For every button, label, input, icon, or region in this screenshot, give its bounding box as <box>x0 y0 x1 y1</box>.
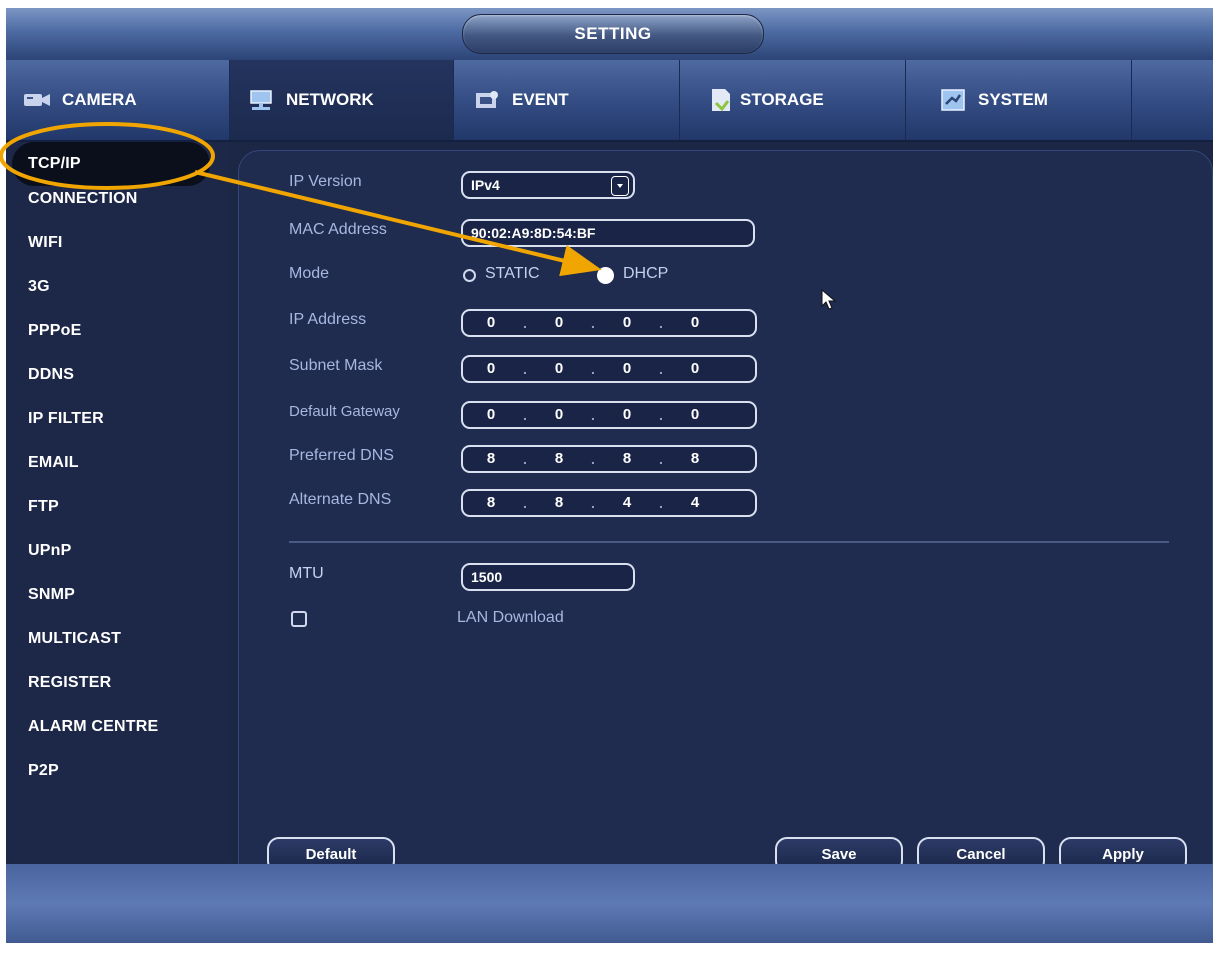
octet-dot: . <box>523 407 527 423</box>
tab-system-label: SYSTEM <box>978 90 1048 109</box>
section-divider <box>289 541 1169 543</box>
sidebar-item-register[interactable]: REGISTER <box>28 674 111 692</box>
status-bar <box>6 864 1213 943</box>
dns1-octet: 8 <box>690 450 700 467</box>
octet-dot: . <box>523 495 527 511</box>
sidebar-item-connection[interactable]: CONNECTION <box>28 190 138 208</box>
title-bar: SETTING <box>6 8 1213 60</box>
ip-octet: 0 <box>554 314 564 331</box>
dns1-octet: 8 <box>486 450 496 467</box>
subnet-octet: 0 <box>690 360 700 377</box>
lan-download-checkbox[interactable] <box>291 611 307 627</box>
sidebar-item-pppoe[interactable]: PPPoE <box>28 322 81 340</box>
octet-dot: . <box>659 315 663 331</box>
dns2-octet: 8 <box>486 494 496 511</box>
tab-event[interactable]: EVENT <box>454 60 680 140</box>
camera-icon <box>22 87 52 113</box>
subnet-octet: 0 <box>622 360 632 377</box>
network-icon <box>246 87 276 113</box>
gateway-octet: 0 <box>622 406 632 423</box>
preferred-dns-field[interactable]: 8. 8. 8. 8 <box>461 445 757 473</box>
storage-icon <box>706 87 736 113</box>
sidebar-item-tcpip[interactable]: TCP/IP <box>12 142 210 186</box>
octet-dot: . <box>659 361 663 377</box>
mode-label: Mode <box>289 265 330 282</box>
gateway-octet: 0 <box>486 406 496 423</box>
sidebar-item-multicast[interactable]: MULTICAST <box>28 630 121 648</box>
tab-event-label: EVENT <box>512 90 569 109</box>
octet-dot: . <box>591 361 595 377</box>
octet-dot: . <box>591 407 595 423</box>
ip-address-field[interactable]: 0. 0. 0. 0 <box>461 309 757 337</box>
dhcp-radio-label: DHCP <box>623 265 669 282</box>
dns2-octet: 4 <box>690 494 700 511</box>
mac-address-label: MAC Address <box>289 221 387 238</box>
dns1-octet: 8 <box>622 450 632 467</box>
ip-octet: 0 <box>690 314 700 331</box>
octet-dot: . <box>591 451 595 467</box>
alternate-dns-field[interactable]: 8. 8. 4. 4 <box>461 489 757 517</box>
octet-dot: . <box>523 315 527 331</box>
ip-version-value: IPv4 <box>471 177 500 193</box>
subnet-mask-label: Subnet Mask <box>289 357 383 374</box>
static-radio-label: STATIC <box>485 265 540 282</box>
subnet-mask-field[interactable]: 0. 0. 0. 0 <box>461 355 757 383</box>
network-sidebar: TCP/IP CONNECTION WIFI 3G PPPoE DDNS IP … <box>6 142 230 862</box>
tcpip-settings-panel: IP Version IPv4 MAC Address 90:02:A9:8D:… <box>238 150 1213 886</box>
gateway-octet: 0 <box>690 406 700 423</box>
lan-download-label: LAN Download <box>457 609 564 626</box>
dns1-octet: 8 <box>554 450 564 467</box>
dns2-octet: 8 <box>554 494 564 511</box>
tab-storage[interactable]: STORAGE <box>680 60 906 140</box>
default-gateway-field[interactable]: 0. 0. 0. 0 <box>461 401 757 429</box>
dhcp-radio[interactable] <box>597 267 614 284</box>
tab-system[interactable]: SYSTEM <box>906 60 1132 140</box>
tab-network[interactable]: NETWORK <box>230 60 454 140</box>
dvr-settings-window: SETTING CAMERA NETWORK EVENT STORAGE SYS… <box>6 8 1213 943</box>
subnet-octet: 0 <box>554 360 564 377</box>
octet-dot: . <box>659 495 663 511</box>
ip-octet: 0 <box>486 314 496 331</box>
octet-dot: . <box>659 407 663 423</box>
mtu-field[interactable]: 1500 <box>461 563 635 591</box>
sidebar-item-p2p[interactable]: P2P <box>28 762 59 780</box>
sidebar-item-wifi[interactable]: WIFI <box>28 234 63 252</box>
chevron-down-icon <box>611 176 629 196</box>
sidebar-item-upnp[interactable]: UPnP <box>28 542 71 560</box>
tab-storage-label: STORAGE <box>740 90 824 109</box>
mac-address-field[interactable]: 90:02:A9:8D:54:BF <box>461 219 755 247</box>
octet-dot: . <box>591 495 595 511</box>
sidebar-item-alarm-centre[interactable]: ALARM CENTRE <box>28 718 158 736</box>
octet-dot: . <box>591 315 595 331</box>
static-radio[interactable] <box>463 269 476 282</box>
ip-version-select[interactable]: IPv4 <box>461 171 635 199</box>
sidebar-item-ddns[interactable]: DDNS <box>28 366 74 384</box>
mtu-label: MTU <box>289 565 324 582</box>
ip-version-label: IP Version <box>289 173 362 190</box>
sidebar-item-3g[interactable]: 3G <box>28 278 50 296</box>
sidebar-item-email[interactable]: EMAIL <box>28 454 79 472</box>
default-gateway-label: Default Gateway <box>289 403 400 420</box>
sidebar-item-ftp[interactable]: FTP <box>28 498 59 516</box>
window-title: SETTING <box>462 14 764 54</box>
system-icon <box>938 87 968 113</box>
octet-dot: . <box>523 451 527 467</box>
tab-camera-label: CAMERA <box>62 90 137 109</box>
tab-camera[interactable]: CAMERA <box>20 60 230 140</box>
octet-dot: . <box>659 451 663 467</box>
tab-network-label: NETWORK <box>286 90 374 109</box>
preferred-dns-label: Preferred DNS <box>289 447 394 464</box>
subnet-octet: 0 <box>486 360 496 377</box>
mouse-cursor-icon <box>821 289 837 310</box>
main-tabs: CAMERA NETWORK EVENT STORAGE SYSTEM <box>6 60 1213 142</box>
gateway-octet: 0 <box>554 406 564 423</box>
event-icon <box>472 87 502 113</box>
sidebar-item-snmp[interactable]: SNMP <box>28 586 75 604</box>
ip-address-label: IP Address <box>289 311 367 328</box>
sidebar-item-ip-filter[interactable]: IP FILTER <box>28 410 104 428</box>
dns2-octet: 4 <box>622 494 632 511</box>
octet-dot: . <box>523 361 527 377</box>
alternate-dns-label: Alternate DNS <box>289 491 392 508</box>
ip-octet: 0 <box>622 314 632 331</box>
